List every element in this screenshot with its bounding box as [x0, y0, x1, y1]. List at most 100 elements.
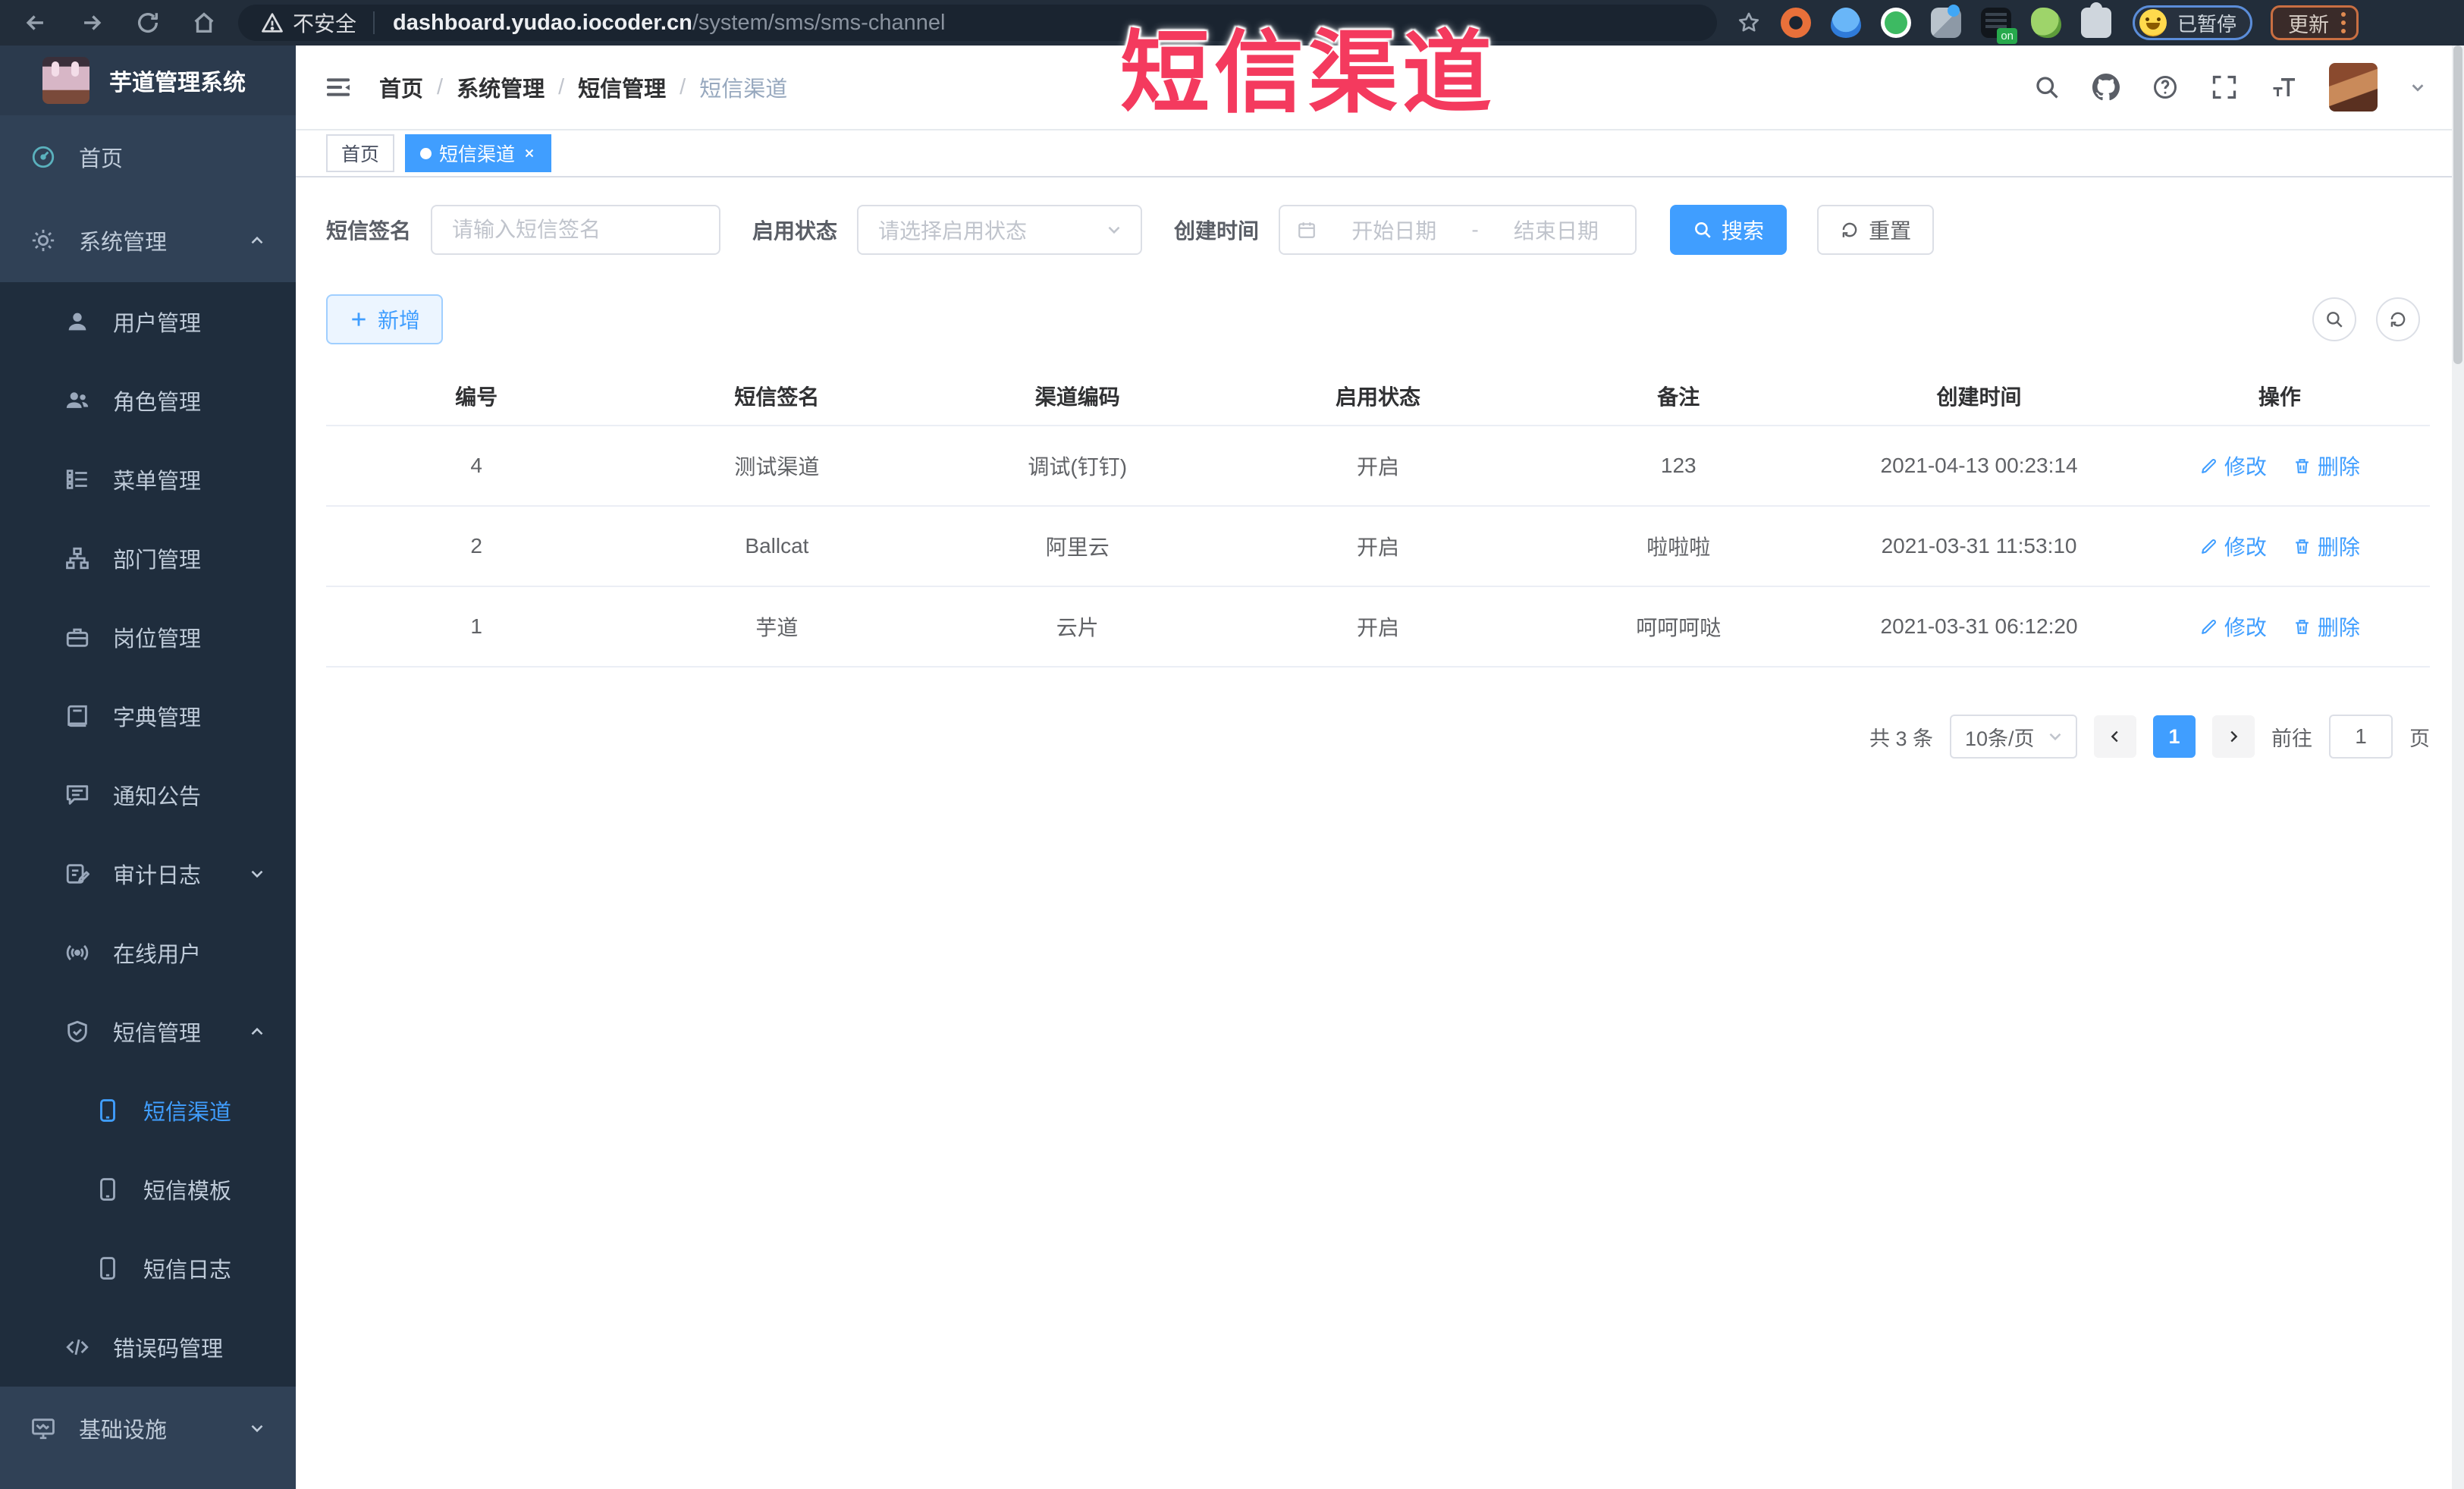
edit-link[interactable]: 修改: [2199, 451, 2267, 481]
message-icon: [64, 782, 90, 808]
sidebar-item-dict[interactable]: 字典管理: [0, 677, 296, 755]
security-label[interactable]: 不安全: [293, 8, 356, 38]
browser-update-button[interactable]: 更新: [2271, 5, 2359, 40]
edit-link[interactable]: 修改: [2199, 531, 2267, 561]
refresh-button[interactable]: [2376, 297, 2420, 341]
sidebar-item-home[interactable]: 首页: [0, 115, 296, 199]
cell-created: 2021-03-31 06:12:20: [1880, 614, 2078, 638]
sidebar-item-label: 短信管理: [113, 1022, 202, 1046]
delete-link[interactable]: 删除: [2293, 451, 2360, 481]
sidebar-item-infrastructure[interactable]: 基础设施: [0, 1387, 296, 1470]
delete-link[interactable]: 删除: [2293, 611, 2360, 642]
sign-label: 短信签名: [326, 219, 412, 243]
breadcrumb-separator: /: [680, 74, 686, 99]
date-range-picker[interactable]: 开始日期 - 结束日期: [1279, 205, 1637, 255]
sidebar-item-sms-template[interactable]: 短信模板: [0, 1150, 296, 1229]
next-page-button[interactable]: [2212, 715, 2255, 758]
pagination: 共 3 条 10条/页 1 前往 页: [326, 715, 2430, 759]
reset-button-label: 重置: [1869, 219, 1912, 243]
page-size-select[interactable]: 10条/页: [1950, 715, 2077, 759]
scrollbar-thumb[interactable]: [2453, 46, 2462, 364]
edit-link[interactable]: 修改: [2199, 611, 2267, 642]
code-icon: [64, 1334, 90, 1360]
sidebar-item-sms[interactable]: 短信管理: [0, 992, 296, 1071]
reset-button[interactable]: 重置: [1817, 205, 1935, 255]
reload-icon[interactable]: [135, 10, 161, 36]
dashboard-icon: [30, 144, 56, 170]
extension-icon[interactable]: [1781, 8, 1811, 38]
chevron-up-icon: [247, 1022, 267, 1041]
url-domain[interactable]: dashboard.yudao.iocoder.cn: [393, 11, 692, 36]
extension-icon[interactable]: [1931, 5, 1961, 38]
sidebar-item-audit-log[interactable]: 审计日志: [0, 834, 296, 913]
sidebar-item-roles[interactable]: 角色管理: [0, 361, 296, 440]
divider: [373, 11, 375, 34]
tab-sms-channel[interactable]: 短信渠道: [405, 134, 552, 172]
breadcrumb-item[interactable]: 首页: [379, 71, 423, 103]
sidebar-item-users[interactable]: 用户管理: [0, 282, 296, 361]
app-logo[interactable]: 芋道管理系统: [0, 46, 296, 115]
sidebar-item-sms-log[interactable]: 短信日志: [0, 1229, 296, 1308]
sidebar-item-label: 短信日志: [143, 1258, 232, 1283]
puzzle-extension-icon[interactable]: [2081, 2, 2111, 38]
search-button[interactable]: 搜索: [1670, 205, 1788, 255]
chevron-down-icon[interactable]: [2409, 79, 2426, 96]
page-number-button[interactable]: 1: [2153, 715, 2196, 758]
window-scrollbar[interactable]: [2452, 46, 2464, 1489]
sidebar-item-label: 错误码管理: [113, 1337, 224, 1362]
log-icon: [64, 861, 90, 887]
goto-page-input[interactable]: [2331, 716, 2391, 757]
sidebar-item-posts[interactable]: 岗位管理: [0, 598, 296, 677]
forward-icon[interactable]: [79, 10, 105, 36]
chevron-up-icon: [247, 231, 267, 250]
cell-status: 开启: [1356, 455, 1399, 479]
home-icon[interactable]: [191, 10, 217, 36]
app-title: 芋道管理系统: [109, 71, 246, 96]
sidebar-item-label: 通知公告: [113, 785, 202, 809]
status-select[interactable]: 请选择启用状态: [857, 205, 1143, 255]
page-size-value: 10条/页: [1965, 727, 2035, 750]
extension-icon[interactable]: [2031, 8, 2061, 38]
paused-extension-badge[interactable]: 已暂停: [2133, 5, 2253, 40]
book-icon: [64, 703, 90, 729]
prev-page-button[interactable]: [2094, 715, 2136, 758]
extension-icon[interactable]: [1831, 8, 1861, 38]
tab-home[interactable]: 首页: [326, 134, 395, 172]
toggle-search-button[interactable]: [2312, 297, 2356, 341]
font-size-icon[interactable]: [2270, 74, 2297, 101]
table-row: 1 芋道 云片 开启 呵呵呵哒 2021-03-31 06:12:20 修改 删…: [326, 587, 2430, 668]
add-button-label: 新增: [378, 309, 421, 332]
chevron-down-icon: [2045, 727, 2065, 746]
search-icon[interactable]: [2033, 74, 2061, 101]
sign-input[interactable]: [432, 206, 720, 253]
sidebar-item-online-users[interactable]: 在线用户: [0, 913, 296, 992]
sidebar-submenu-system: 用户管理 角色管理 菜单管理 部门管理 岗位管理 字典管理 通知公告 审计日志: [0, 282, 296, 1387]
fullscreen-icon[interactable]: [2211, 74, 2238, 101]
breadcrumb-item[interactable]: 系统管理: [457, 71, 545, 103]
breadcrumb-current: 短信渠道: [699, 77, 788, 102]
sidebar-item-departments[interactable]: 部门管理: [0, 519, 296, 598]
extension-icon[interactable]: on: [1981, 8, 2017, 44]
signal-icon: [64, 940, 90, 966]
column-header: 操作: [2258, 385, 2301, 409]
delete-link[interactable]: 删除: [2293, 531, 2360, 561]
add-button[interactable]: 新增: [326, 294, 444, 344]
delete-label: 删除: [2317, 616, 2360, 639]
user-avatar[interactable]: [2329, 63, 2378, 112]
kebab-menu-icon[interactable]: [2341, 12, 2346, 17]
bookmark-star-icon[interactable]: [1737, 11, 1761, 35]
breadcrumb-item[interactable]: 短信管理: [578, 71, 666, 103]
close-icon[interactable]: [523, 146, 536, 160]
sidebar-item-error-code[interactable]: 错误码管理: [0, 1308, 296, 1387]
briefcase-icon: [64, 624, 90, 650]
sidebar-item-sms-channel[interactable]: 短信渠道: [0, 1071, 296, 1150]
hamburger-icon[interactable]: [323, 72, 353, 102]
sidebar-item-notices[interactable]: 通知公告: [0, 755, 296, 834]
sidebar-item-system[interactable]: 系统管理: [0, 199, 296, 282]
extension-icon[interactable]: [1881, 8, 1911, 38]
sidebar-item-menus[interactable]: 菜单管理: [0, 440, 296, 519]
url-path[interactable]: /system/sms/sms-channel: [692, 11, 946, 36]
help-icon[interactable]: [2152, 74, 2179, 101]
github-icon[interactable]: [2092, 74, 2120, 101]
back-icon[interactable]: [23, 10, 49, 36]
